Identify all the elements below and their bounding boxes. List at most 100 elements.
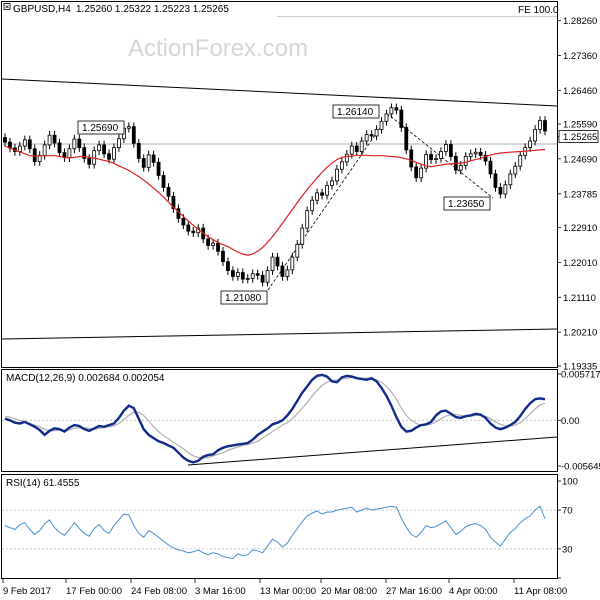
candle-body bbox=[344, 153, 349, 163]
candle-body bbox=[250, 273, 255, 279]
candle-body bbox=[191, 230, 196, 234]
candle-body bbox=[364, 134, 369, 142]
candle-body bbox=[463, 156, 468, 166]
candle-body bbox=[473, 151, 478, 155]
price-header: GBPUSD,H4 1.25260 1.25322 1.25223 1.2526… bbox=[3, 3, 229, 15]
candle-body bbox=[245, 277, 250, 280]
time-tick-label: 17 Feb 00:00 bbox=[66, 586, 122, 597]
price-tick-label: 1.25590 bbox=[563, 120, 597, 131]
candle-body bbox=[3, 137, 7, 143]
rsi-tick-label: 30 bbox=[562, 544, 573, 555]
rsi-tick-label: 70 bbox=[562, 506, 573, 517]
candle-body bbox=[67, 148, 72, 159]
candle-body bbox=[42, 144, 47, 156]
candle-body bbox=[434, 158, 438, 160]
time-tick-label: 20 Mar 08:00 bbox=[321, 586, 377, 597]
candle-body bbox=[206, 238, 211, 246]
candle-body bbox=[265, 270, 270, 283]
candle-body bbox=[429, 154, 433, 160]
candle-body bbox=[300, 227, 305, 245]
candle-body bbox=[399, 109, 404, 128]
time-tick-label: 13 Mar 00:00 bbox=[260, 586, 316, 597]
price-tick-label: 1.28260 bbox=[563, 16, 597, 27]
gbpusd-chart: ActionForex.com GBPUSD,H4 1.25260 1.2532… bbox=[0, 0, 600, 600]
watermark: ActionForex.com bbox=[128, 35, 308, 62]
candle-body bbox=[478, 151, 483, 156]
price-tick-label: 1.23785 bbox=[563, 189, 597, 200]
candle-body bbox=[136, 142, 141, 159]
candle-body bbox=[146, 154, 151, 168]
candle-body bbox=[359, 140, 364, 152]
ohlc-label: 1.25260 1.25322 1.25223 1.25265 bbox=[76, 4, 229, 15]
candle-body bbox=[503, 184, 508, 195]
candle-body bbox=[102, 144, 106, 155]
candle-body bbox=[126, 126, 131, 129]
candle-body bbox=[369, 134, 374, 137]
candle-body bbox=[458, 164, 463, 171]
candle-body bbox=[409, 149, 414, 168]
candle-body bbox=[235, 272, 240, 277]
time-tick-label: 3 Mar 16:00 bbox=[195, 586, 246, 597]
candle-body bbox=[221, 250, 225, 263]
candle-body bbox=[439, 151, 443, 159]
price-tick-label: 1.24690 bbox=[563, 154, 597, 165]
price-tick-label: 1.27360 bbox=[563, 51, 597, 62]
price-tick-label: 1.22910 bbox=[563, 223, 597, 234]
candle-body bbox=[374, 129, 379, 137]
current-price-label: 1.25265 bbox=[563, 132, 597, 143]
candle-body bbox=[22, 139, 27, 147]
candle-body bbox=[384, 113, 389, 122]
candle-body bbox=[275, 256, 280, 267]
macd-tick-label: 0.00 bbox=[561, 416, 580, 427]
price-callout-label: 1.23650 bbox=[448, 199, 485, 210]
candle-body bbox=[216, 242, 220, 252]
candle-body bbox=[255, 273, 260, 276]
candle-body bbox=[131, 126, 136, 144]
candle-body bbox=[349, 145, 354, 155]
candle-body bbox=[379, 120, 384, 130]
time-tick-label: 27 Mar 16:00 bbox=[386, 586, 442, 597]
candle-body bbox=[166, 187, 171, 197]
candle-body bbox=[330, 180, 334, 186]
candle-body bbox=[513, 165, 518, 175]
candle-body bbox=[419, 167, 424, 179]
candle-body bbox=[518, 154, 523, 167]
rsi-tick-label: 100 bbox=[562, 477, 578, 488]
candle-body bbox=[57, 142, 62, 154]
candle-body bbox=[508, 173, 513, 186]
candle-body bbox=[260, 274, 265, 283]
candle-body bbox=[444, 144, 448, 152]
candle-body bbox=[211, 242, 215, 246]
candle-body bbox=[112, 147, 116, 160]
price-tick-label: 1.21110 bbox=[563, 293, 596, 304]
candle-body bbox=[280, 265, 285, 277]
candle-body bbox=[156, 161, 161, 176]
price-tick-label: 1.26460 bbox=[563, 86, 597, 97]
candle-body bbox=[315, 192, 320, 201]
candle-body bbox=[47, 134, 52, 146]
candle-body bbox=[498, 187, 503, 195]
macd-tick-label: 0.005717 bbox=[561, 370, 600, 381]
candle-body bbox=[543, 120, 547, 132]
candle-body bbox=[295, 243, 300, 258]
candle-body bbox=[448, 144, 453, 157]
candle-body bbox=[468, 153, 473, 157]
candle-body bbox=[538, 120, 542, 130]
candle-body bbox=[27, 139, 32, 150]
candle-body bbox=[528, 140, 533, 149]
candle-body bbox=[488, 160, 493, 175]
symbol-label: GBPUSD,H4 bbox=[13, 4, 71, 15]
candle-body bbox=[186, 224, 191, 232]
candle-body bbox=[414, 166, 419, 179]
rsi-title: RSI(14) 61.4555 bbox=[6, 478, 80, 489]
candle-body bbox=[77, 138, 82, 149]
macd-title: MACD(12,26,9) 0.002684 0.002054 bbox=[6, 373, 165, 384]
candle-body bbox=[32, 148, 37, 162]
price-callout-label: 1.26140 bbox=[337, 107, 374, 118]
fe-level-label: FE 100.0 bbox=[518, 5, 559, 16]
candle-body bbox=[305, 210, 310, 229]
candle-body bbox=[226, 261, 230, 272]
candle-body bbox=[493, 173, 498, 188]
candle-body bbox=[240, 272, 245, 280]
candle-body bbox=[285, 269, 290, 277]
